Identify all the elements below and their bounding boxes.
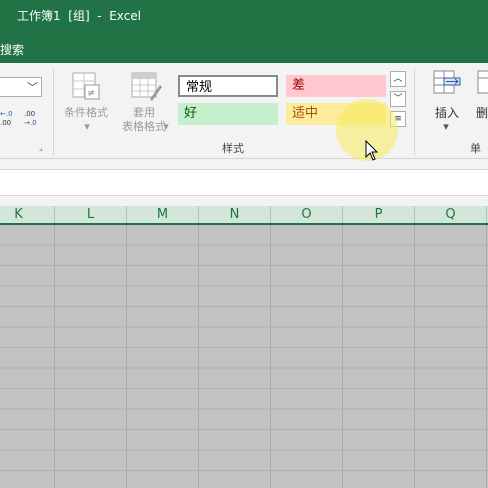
column-header[interactable]: Q xyxy=(415,206,487,223)
increase-decimal-icon[interactable]: ←.0.00 xyxy=(0,107,20,127)
column-gridline xyxy=(270,225,271,488)
mouse-pointer-icon xyxy=(365,139,379,166)
column-gridline xyxy=(198,225,199,488)
title-bar: 工作簿1 [组] - Excel xyxy=(0,0,488,33)
conditional-format-icon[interactable]: ≠ xyxy=(71,71,103,107)
chevron-down-icon: ▾ xyxy=(163,120,169,133)
chevron-down-icon: ﹀ xyxy=(27,81,38,94)
svg-text:.00: .00 xyxy=(24,110,35,118)
dialog-launcher-icon[interactable]: ⌟ xyxy=(39,143,48,152)
gallery-scroll-down-icon[interactable]: ﹀ xyxy=(390,91,406,107)
delete-cells-icon[interactable] xyxy=(476,69,488,103)
decrease-decimal-icon[interactable]: .00 →.0 xyxy=(22,107,44,127)
delete-label[interactable]: 删 xyxy=(476,104,488,121)
ribbon: ﹀ ←.0.00 .00 →.0 ⌟ ≠ 条件格式 ▾ 套用 表格格式 ▾ 常规… xyxy=(0,63,488,171)
insert-cells-icon[interactable] xyxy=(432,69,462,103)
gallery-scroll-up-icon[interactable]: ︿ xyxy=(390,71,406,87)
formula-bar-gap xyxy=(0,196,488,206)
number-format-dropdown[interactable]: ﹀ xyxy=(0,77,42,97)
column-header[interactable]: O xyxy=(271,206,343,223)
column-header[interactable]: M xyxy=(127,206,199,223)
style-bad[interactable]: 差 xyxy=(286,75,386,97)
conditional-format-label[interactable]: 条件格式 xyxy=(58,105,114,120)
column-gridline xyxy=(126,225,127,488)
column-gridline xyxy=(342,225,343,488)
group-separator xyxy=(414,69,415,155)
column-gridline xyxy=(54,225,55,488)
tab-search[interactable]: 搜索 xyxy=(0,41,24,58)
window-title: 工作簿1 [组] - Excel xyxy=(17,9,142,23)
svg-text:.00: .00 xyxy=(0,119,11,127)
column-header[interactable]: N xyxy=(199,206,271,223)
column-header-bar: K L M N O P Q xyxy=(0,206,488,225)
svg-text:←.0: ←.0 xyxy=(0,110,13,118)
group-separator xyxy=(53,69,54,155)
svg-text:→.0: →.0 xyxy=(24,119,37,127)
chevron-down-icon: ▾ xyxy=(84,120,90,133)
chevron-down-icon: ▾ xyxy=(443,120,449,133)
column-gridline xyxy=(414,225,415,488)
column-gridline xyxy=(486,225,487,488)
style-good[interactable]: 好 xyxy=(178,103,278,125)
style-normal[interactable]: 常规 xyxy=(178,75,278,97)
column-header[interactable]: K xyxy=(0,206,55,223)
column-header[interactable]: L xyxy=(55,206,127,223)
column-header[interactable]: P xyxy=(343,206,415,223)
ribbon-bottom-gap xyxy=(0,159,488,169)
formula-bar[interactable] xyxy=(0,169,488,196)
ribbon-tab-bar: 搜索 xyxy=(0,33,488,63)
styles-group-label: 样式 xyxy=(222,142,244,155)
svg-text:≠: ≠ xyxy=(87,88,95,99)
format-as-table-icon[interactable] xyxy=(130,71,162,107)
format-as-table-label-1[interactable]: 套用 xyxy=(118,105,170,120)
